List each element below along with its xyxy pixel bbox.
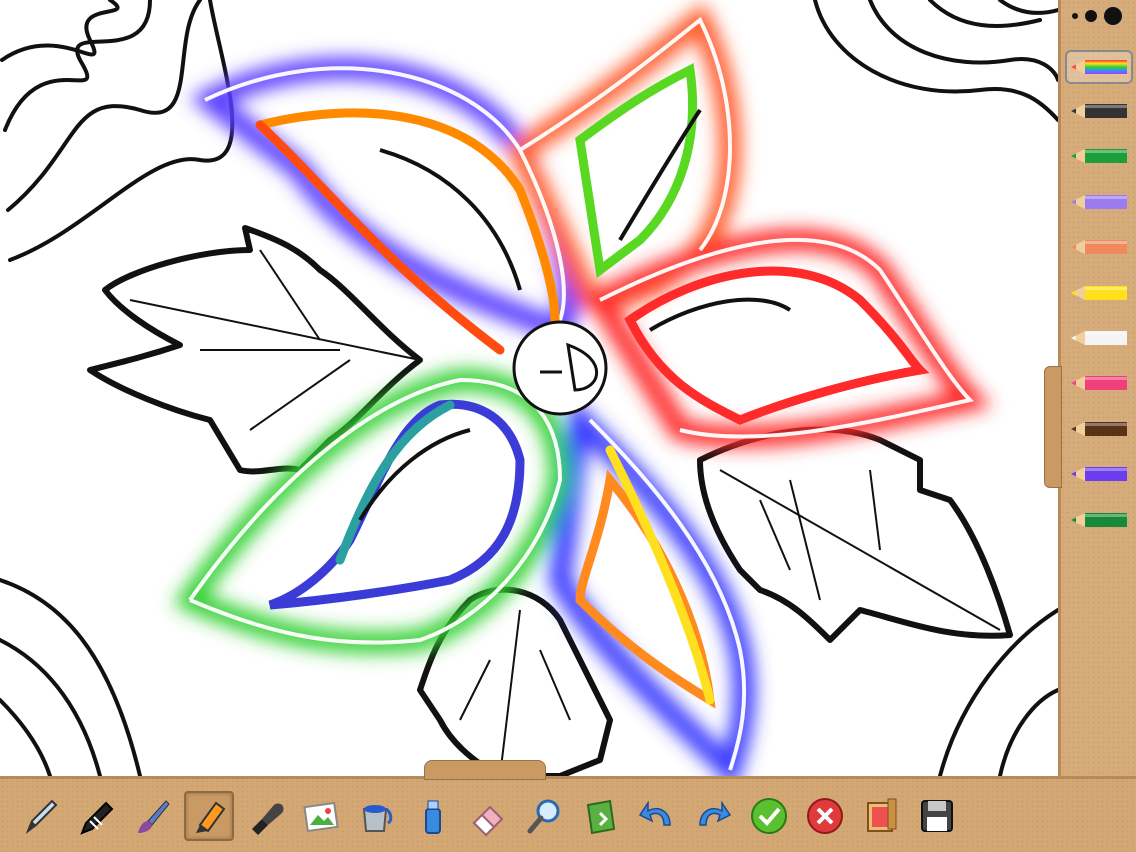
- pencil-lavender[interactable]: [1067, 194, 1131, 210]
- pencil-icon: [25, 799, 58, 834]
- stamp-tool[interactable]: [240, 791, 290, 841]
- spray-tool[interactable]: [408, 791, 458, 841]
- check-icon: [751, 797, 787, 834]
- color-panel: [1058, 0, 1136, 776]
- drawing-canvas[interactable]: [0, 0, 1058, 776]
- bottom-toolbar: [0, 776, 1136, 852]
- clear-tool[interactable]: [576, 791, 626, 841]
- redo-button[interactable]: [688, 791, 738, 841]
- marker-icon: [196, 801, 226, 833]
- spray-icon: [425, 800, 441, 834]
- brush-size-large[interactable]: [1104, 7, 1122, 25]
- save-button[interactable]: [912, 791, 962, 841]
- brush-size-picker[interactable]: [1069, 5, 1135, 27]
- pencil-white[interactable]: [1067, 330, 1131, 346]
- brush-size-medium[interactable]: [1085, 10, 1097, 22]
- gallery-button[interactable]: [856, 791, 906, 841]
- brush-size-small[interactable]: [1072, 13, 1078, 19]
- toolbar-toggle-handle[interactable]: [424, 760, 546, 780]
- image-tool[interactable]: [296, 791, 346, 841]
- undo-button[interactable]: [632, 791, 682, 841]
- pencil-dark-green[interactable]: [1067, 512, 1131, 528]
- pencil-brown[interactable]: [1067, 421, 1131, 437]
- marker-tool[interactable]: [184, 790, 234, 841]
- paintbrush-icon: [138, 799, 170, 833]
- pencil-pink[interactable]: [1067, 375, 1131, 391]
- zoom-tool[interactable]: [520, 791, 570, 841]
- crayon-tool[interactable]: [72, 791, 122, 841]
- cancel-button[interactable]: [800, 791, 850, 841]
- crayon-icon: [80, 801, 114, 835]
- redo-icon: [699, 800, 732, 826]
- paintbrush-tool[interactable]: [128, 791, 178, 841]
- pencil-salmon[interactable]: [1067, 239, 1131, 255]
- picture-icon: [303, 801, 339, 832]
- gallery-icon: [867, 798, 897, 832]
- pencil-rainbow[interactable]: [1065, 50, 1133, 84]
- paint-bucket-icon: [362, 804, 393, 832]
- paint-bucket-tool[interactable]: [352, 791, 402, 841]
- recycle-icon: [586, 799, 616, 834]
- pencil-green[interactable]: [1067, 148, 1131, 164]
- pencil-black[interactable]: [1067, 103, 1131, 119]
- pencil-tool[interactable]: [16, 791, 66, 841]
- magnifier-icon: [527, 799, 560, 833]
- pencil-yellow[interactable]: [1067, 285, 1131, 301]
- eraser-tool[interactable]: [464, 791, 514, 841]
- stamp-icon: [252, 803, 284, 835]
- confirm-button[interactable]: [744, 791, 794, 841]
- close-icon: [807, 797, 843, 834]
- eraser-icon: [472, 805, 504, 836]
- drawing-artwork: [0, 0, 1058, 776]
- undo-icon: [638, 800, 671, 826]
- pencil-violet[interactable]: [1067, 466, 1131, 482]
- floppy-icon: [921, 799, 953, 832]
- panel-toggle-handle[interactable]: [1044, 366, 1062, 488]
